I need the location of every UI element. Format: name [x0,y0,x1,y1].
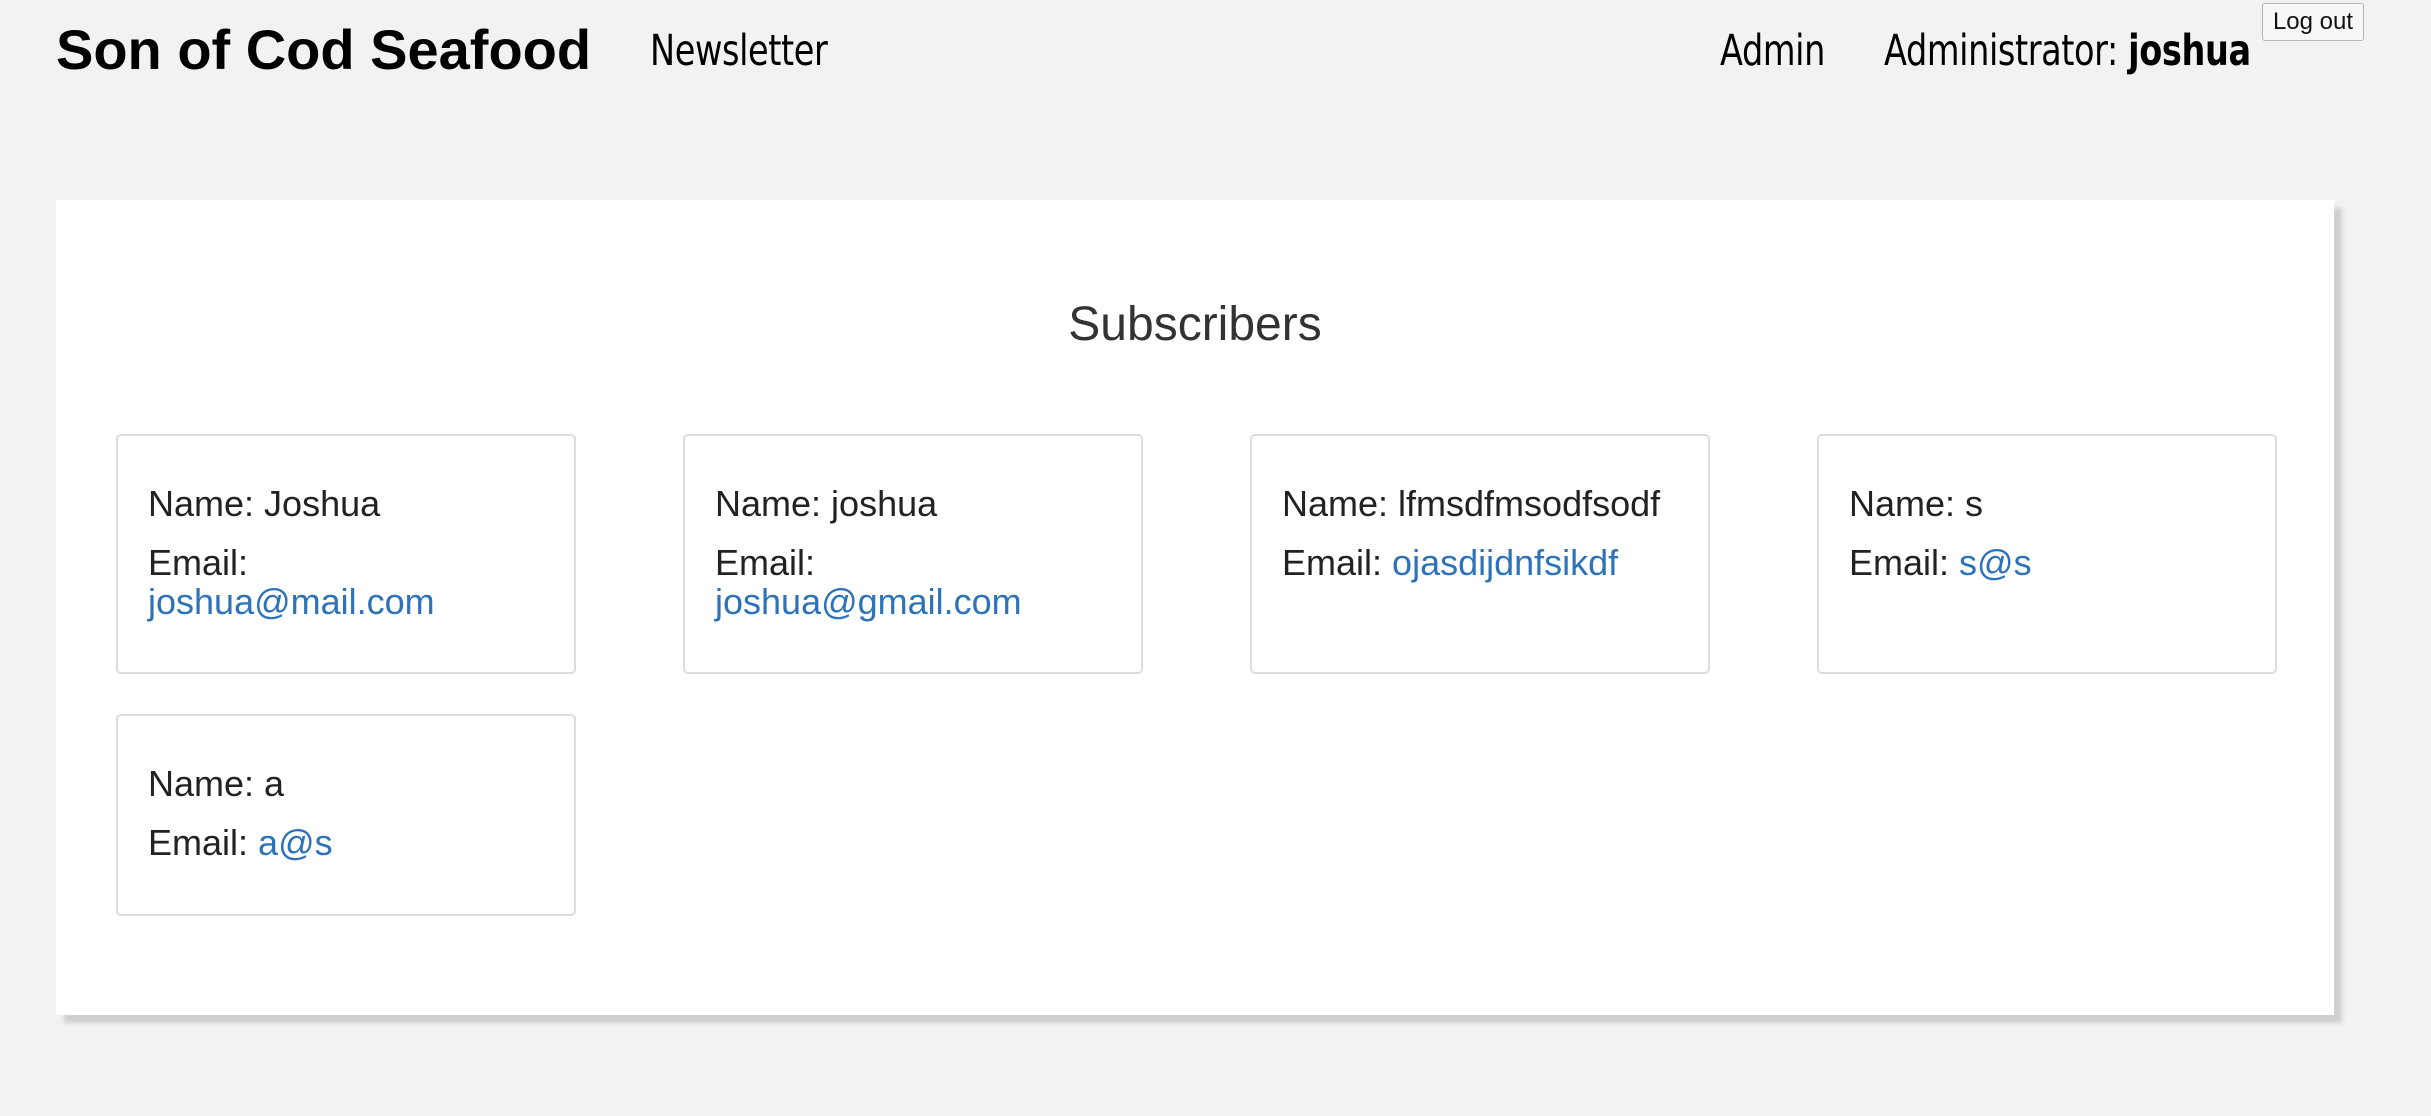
subscribers-panel: Subscribers Name: Joshua Email: joshua@m… [56,200,2334,1015]
email-label: Email: [715,542,816,583]
nav-admin-link[interactable]: Admin [1720,18,1825,84]
subscriber-email-link[interactable]: ojasdijdnfsikdf [1392,542,1618,583]
subscriber-name-value: s [1965,483,1984,524]
nav-newsletter-link[interactable]: Newsletter [650,18,828,84]
subscriber-name: Name: lfmsdfmsodfsodf [1282,484,1678,523]
brand-link[interactable]: Son of Cod Seafood [56,14,591,86]
name-label: Name: [148,763,255,804]
top-navigation-bar: Son of Cod Seafood Newsletter Admin Admi… [0,0,2431,110]
subscriber-email: Email: ojasdijdnfsikdf [1282,543,1678,582]
logout-button[interactable]: Log out [2262,3,2364,41]
name-label: Name: [148,483,255,524]
name-label: Name: [715,483,822,524]
subscriber-email-link[interactable]: joshua@mail.com [148,581,435,622]
subscriber-name: Name: s [1849,484,2245,523]
subscriber-name-value: joshua [831,483,938,524]
subscriber-email-link[interactable]: s@s [1959,542,2032,583]
subscriber-card: Name: lfmsdfmsodfsodf Email: ojasdijdnfs… [1250,434,1710,674]
admin-status-label: Administrator: [1884,26,2118,76]
subscriber-email-link[interactable]: a@s [258,822,333,863]
subscriber-email: Email: joshua@gmail.com [715,543,1111,621]
page-title: Subscribers [1068,298,1322,351]
subscriber-name-value: Joshua [264,483,381,524]
email-label: Email: [148,542,249,583]
subscriber-card: Name: Joshua Email: joshua@mail.com [116,434,576,674]
email-label: Email: [1849,542,1950,583]
email-label: Email: [148,822,249,863]
subscriber-email: Email: s@s [1849,543,2245,582]
subscriber-email: Email: joshua@mail.com [148,543,544,621]
subscriber-name: Name: joshua [715,484,1111,523]
email-label: Email: [1282,542,1383,583]
subscriber-name: Name: a [148,764,544,803]
subscriber-name-value: lfmsdfmsodfsodf [1398,483,1661,524]
subscriber-card: Name: a Email: a@s [116,714,576,916]
name-label: Name: [1282,483,1389,524]
subscriber-name-value: a [264,763,285,804]
name-label: Name: [1849,483,1956,524]
admin-status: Administrator: joshua [1884,18,2251,84]
subscriber-name: Name: Joshua [148,484,544,523]
subscriber-card: Name: joshua Email: joshua@gmail.com [683,434,1143,674]
admin-username: joshua [2128,26,2251,76]
subscriber-email-link[interactable]: joshua@gmail.com [715,581,1022,622]
subscriber-email: Email: a@s [148,823,544,862]
subscriber-card: Name: s Email: s@s [1817,434,2277,674]
